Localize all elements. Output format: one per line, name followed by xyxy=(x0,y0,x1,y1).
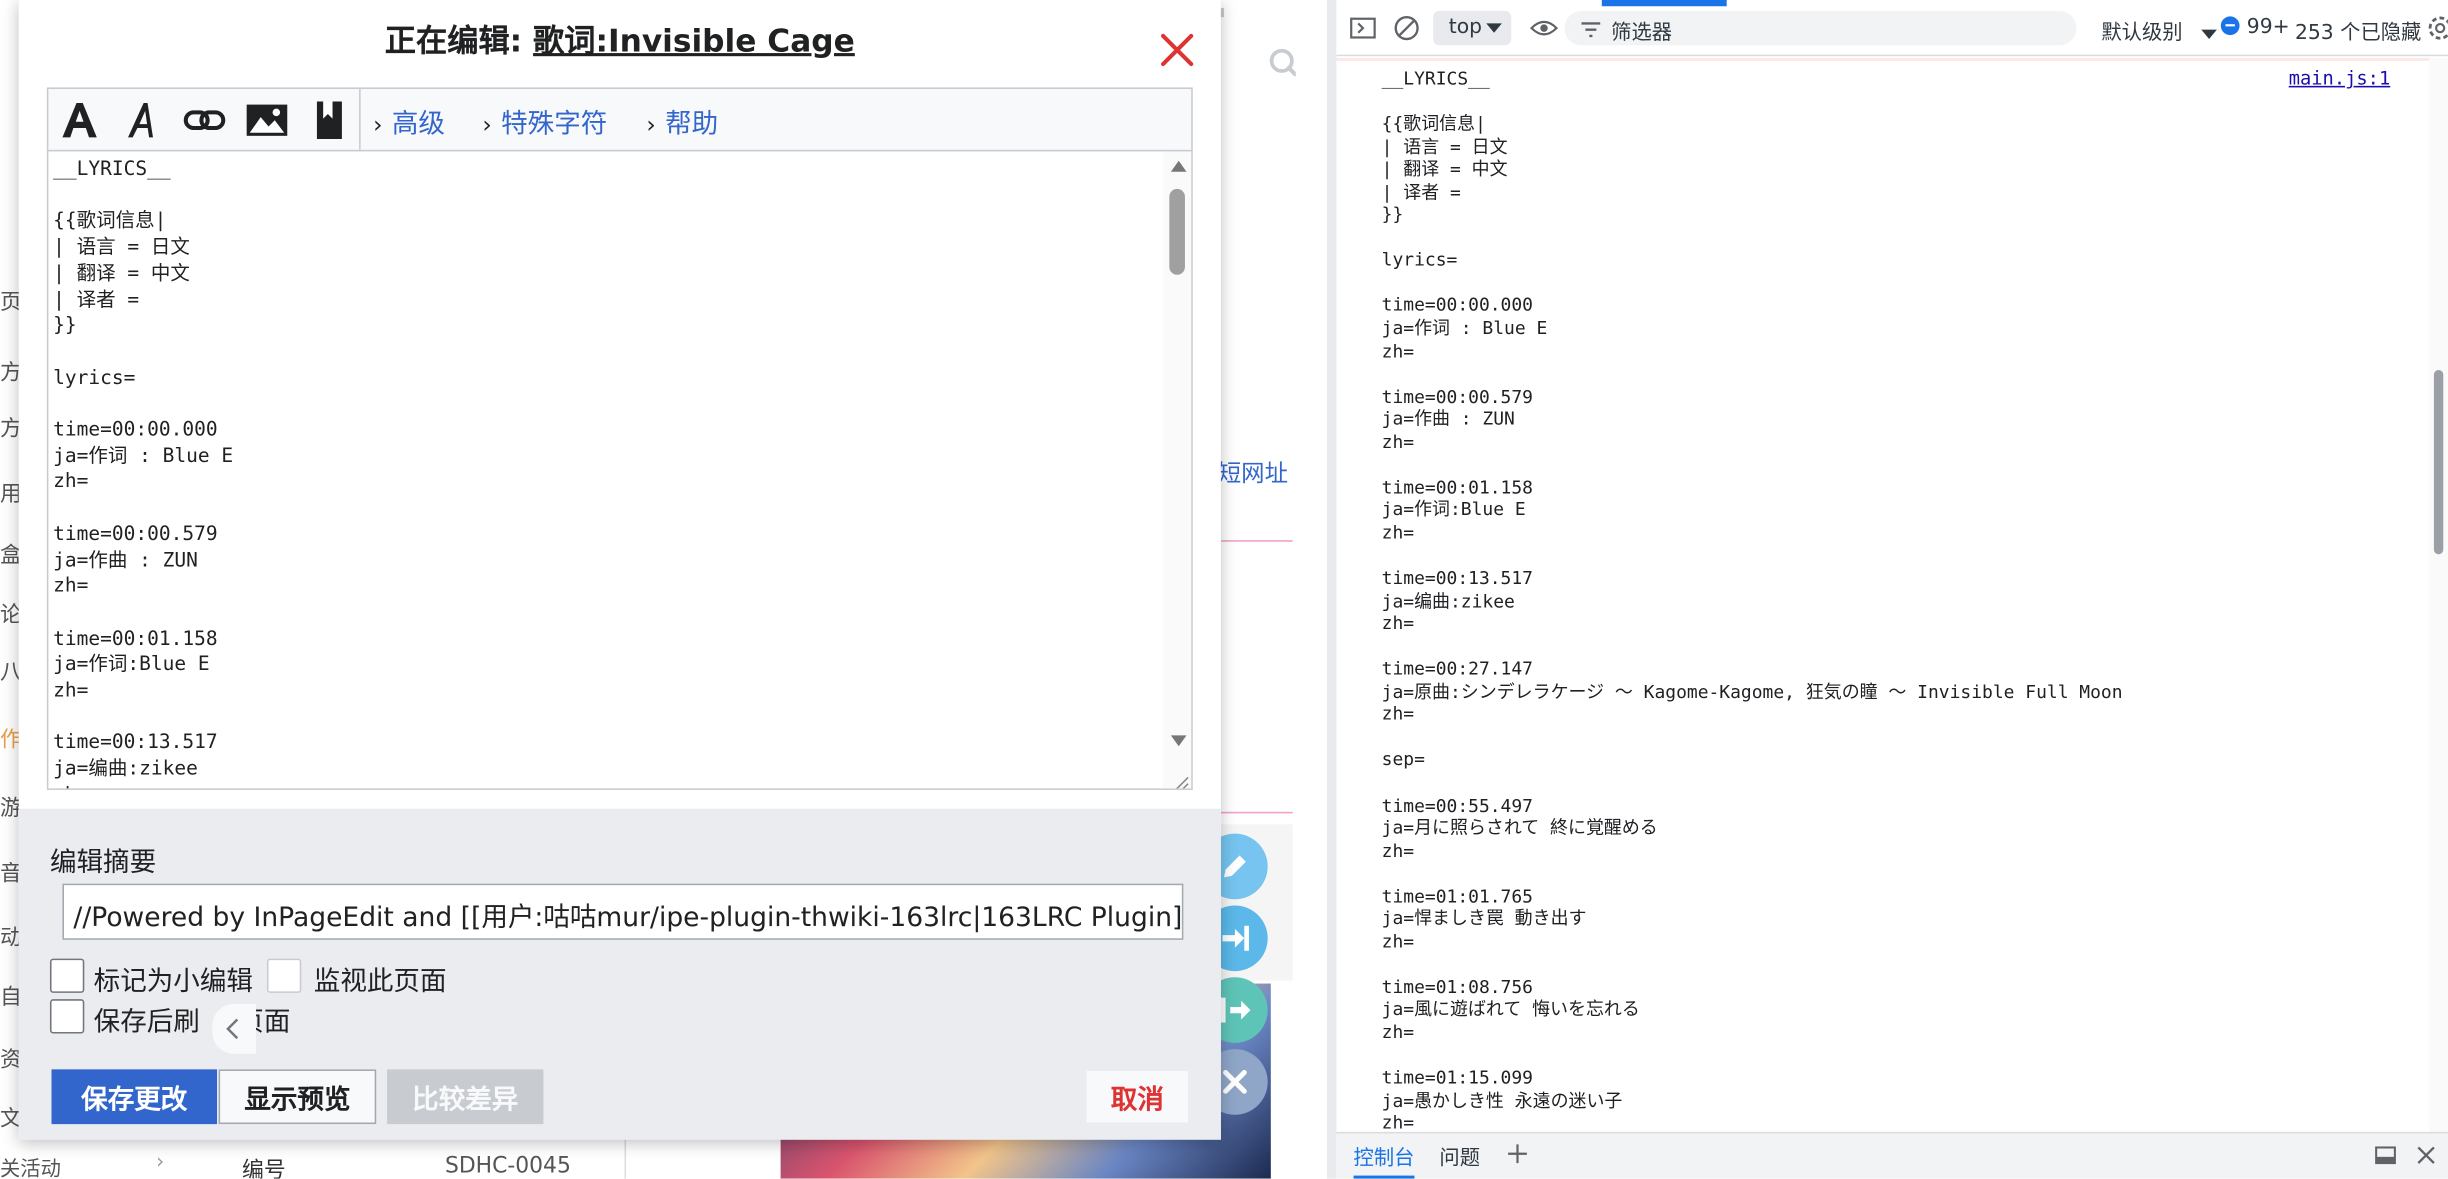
chevron-down-icon xyxy=(2201,28,2218,39)
add-tab-icon[interactable] xyxy=(1505,1141,1530,1172)
minor-edit-checkbox[interactable] xyxy=(49,958,85,993)
dialog-title: 正在编辑: 歌词:Invisible Cage xyxy=(384,21,855,60)
watch-checkbox[interactable] xyxy=(266,958,302,993)
italic-icon xyxy=(128,103,153,138)
link-icon xyxy=(183,110,226,131)
issues-counter[interactable]: 99+ xyxy=(2220,16,2290,39)
devtools-console-toolbar: top 筛选器 默认级别 99+ 253 个已隐藏 xyxy=(1336,0,2448,57)
drawer-tabs: 控制台 问题 xyxy=(1336,1131,2448,1179)
search-icon[interactable] xyxy=(1221,41,1298,88)
scroll-up-icon[interactable] xyxy=(1170,160,1187,172)
bold-button[interactable] xyxy=(48,89,110,151)
tab-help[interactable]: › 帮助 xyxy=(646,101,718,140)
reload-checkbox[interactable] xyxy=(49,999,85,1034)
editor-scrollbar[interactable] xyxy=(1163,151,1192,789)
sidebar-toggle-icon[interactable] xyxy=(1349,14,1377,48)
resize-grip-icon[interactable] xyxy=(1171,768,1190,789)
short-url-link[interactable]: 短网址 xyxy=(1218,456,1288,489)
live-expression-icon[interactable] xyxy=(1529,14,1559,48)
close-icon[interactable] xyxy=(1160,33,1194,67)
close-icon xyxy=(1223,1070,1247,1094)
sign-in-icon xyxy=(1222,925,1249,951)
log-level-select[interactable]: 默认级别 xyxy=(2101,16,2218,46)
source-link[interactable]: main.js:1 xyxy=(2289,67,2391,89)
editor-content[interactable]: __LYRICS__ {{歌词信息| | 语言 = 日文 | 翻译 = 中文 |… xyxy=(53,156,1161,788)
close-drawer-icon[interactable] xyxy=(2414,1143,2439,1174)
summary-label: 编辑摘要 xyxy=(49,847,157,879)
diff-button[interactable]: 比较差异 xyxy=(387,1069,544,1125)
reference-button[interactable] xyxy=(298,89,360,151)
console-output: __LYRICS__ {{歌词信息| | 语言 = 日文 | 翻译 = 中文 |… xyxy=(1336,57,2430,1132)
context-select[interactable]: top xyxy=(1433,10,1512,46)
save-button[interactable]: 保存更改 xyxy=(51,1069,218,1125)
tab-issues[interactable]: 问题 xyxy=(1439,1141,1480,1170)
tab-special-chars[interactable]: › 特殊字符 xyxy=(482,101,607,140)
page-name-link[interactable]: 歌词:Invisible Cage xyxy=(533,22,855,59)
cancel-button[interactable]: 取消 xyxy=(1085,1069,1190,1125)
preview-button[interactable]: 显示预览 xyxy=(218,1069,377,1125)
editor-toolbar: › 高级 › 特殊字符 › 帮助 xyxy=(46,87,1193,152)
pencil-icon xyxy=(1223,855,1246,878)
chevron-down-icon xyxy=(1486,23,1502,33)
screen: 页方向方向用盒论八作游音乐动自资文 关活动 › 短网址 编号 SDHC-0045 xyxy=(0,0,2448,1179)
chevron-right-icon: › xyxy=(646,110,656,139)
bold-icon xyxy=(62,103,97,138)
scroll-thumb[interactable] xyxy=(1169,188,1185,275)
devtools-panel: top 筛选器 默认级别 99+ 253 个已隐藏 __LYRICS__ {{歌… xyxy=(1327,0,2448,1179)
book-icon xyxy=(316,101,342,139)
infobox-row: 编号 SDHC-0045 xyxy=(195,1136,758,1179)
background-nav-item[interactable]: 关活动 › xyxy=(0,1150,187,1179)
wikitext-editor[interactable]: __LYRICS__ {{歌词信息| | 语言 = 日文 | 翻译 = 中文 |… xyxy=(46,149,1193,790)
image-button[interactable] xyxy=(236,89,298,151)
divider xyxy=(1220,540,1293,542)
edit-dialog: 正在编辑: 歌词:Invisible Cage › 高级 › 特殊字符 › 帮助… xyxy=(18,0,1221,1140)
sign-out-icon xyxy=(1220,997,1251,1023)
collapse-handle[interactable] xyxy=(212,1003,257,1054)
scroll-thumb[interactable] xyxy=(2433,370,2444,555)
chevron-right-icon: › xyxy=(373,110,383,139)
hidden-messages-count: 253 个已隐藏 xyxy=(2294,21,2422,46)
tab-advanced[interactable]: › 高级 xyxy=(373,101,445,140)
tab-console[interactable]: 控制台 xyxy=(1353,1141,1415,1179)
clear-console-icon[interactable] xyxy=(1393,14,1421,48)
chevron-right-icon: › xyxy=(482,110,492,139)
chevron-left-icon xyxy=(226,1018,239,1040)
summary-input[interactable]: //Powered by InPageEdit and [[用户:咕咕mur/i… xyxy=(62,883,1184,940)
scroll-down-icon[interactable] xyxy=(1170,735,1187,747)
link-button[interactable] xyxy=(173,89,235,151)
console-scrollbar[interactable] xyxy=(2429,57,2448,1132)
console-log-message[interactable]: __LYRICS__ {{歌词信息| | 语言 = 日文 | 翻译 = 中文 |… xyxy=(1382,67,2123,1132)
image-icon xyxy=(246,104,288,136)
message-icon xyxy=(2220,16,2240,36)
filter-icon xyxy=(1580,17,1602,47)
chevron-right-icon: › xyxy=(156,1150,165,1175)
italic-button[interactable] xyxy=(111,89,173,151)
gear-icon[interactable] xyxy=(2426,14,2448,48)
dock-icon[interactable] xyxy=(2373,1143,2398,1174)
divider xyxy=(1220,811,1293,814)
filter-input[interactable]: 筛选器 xyxy=(1564,10,2077,47)
